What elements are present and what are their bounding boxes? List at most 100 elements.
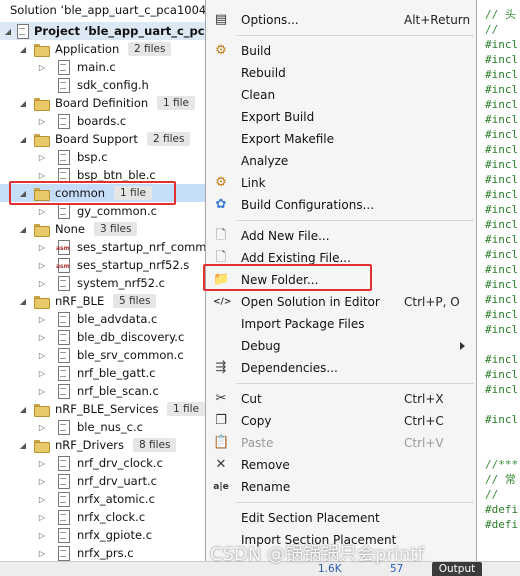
tree-folder-row[interactable]: ◢ nRF_BLE 5 files: [0, 292, 220, 310]
tree-file-label: boards.c: [77, 114, 127, 128]
collapse-arrow-icon[interactable]: ◢: [18, 40, 28, 58]
tree-file-label: bsp.c: [77, 150, 108, 164]
tree-file-row[interactable]: ▷ main.c: [0, 58, 220, 76]
collapse-arrow-icon[interactable]: ◢: [18, 220, 28, 238]
tree-file-row[interactable]: ▷ gy_common.c: [0, 202, 220, 220]
expand-arrow-icon[interactable]: ▷: [37, 544, 47, 562]
tree-file-row[interactable]: ▷ nrf_ble_scan.c: [0, 382, 220, 400]
expand-arrow-icon[interactable]: ▷: [37, 490, 47, 508]
menu-item-import-package-files[interactable]: Import Package Files: [206, 313, 476, 335]
tree-folder-row[interactable]: ◢ Board Support 2 files: [0, 130, 220, 148]
menu-item-build[interactable]: ⚙ Build: [206, 40, 476, 62]
menu-item-dependencies[interactable]: ⇶ Dependencies...: [206, 357, 476, 379]
project-row[interactable]: ◢ Project ‘ble_app_uart_c_pca100: [0, 22, 220, 40]
tree-file-row[interactable]: ▷ ble_db_discovery.c: [0, 328, 220, 346]
tree-file-row[interactable]: ▷ nrf_ble_gatt.c: [0, 364, 220, 382]
expand-arrow-icon[interactable]: ▷: [37, 418, 47, 436]
tree-file-row[interactable]: ▷ ble_srv_common.c: [0, 346, 220, 364]
tree-file-label: sdk_config.h: [77, 78, 149, 92]
expand-arrow-icon[interactable]: ▷: [37, 454, 47, 472]
menu-item-open-solution-in-editor[interactable]: </> Open Solution in Editor Ctrl+P, O: [206, 291, 476, 313]
expand-arrow-icon[interactable]: ▷: [37, 274, 47, 292]
collapse-arrow-icon[interactable]: ◢: [18, 130, 28, 148]
menu-item-rename[interactable]: a|e Rename: [206, 476, 476, 498]
code-line: //***: [485, 458, 519, 471]
code-editor[interactable]: // 头 // #incl #incl #incl #incl #incl #incl #inc…: [476, 0, 520, 576]
tree-file-row[interactable]: ▷ ble_nus_c.c: [0, 418, 220, 436]
menu-item-copy[interactable]: ❐ Copy Ctrl+C: [206, 410, 476, 432]
menu-item-cut[interactable]: ✂ Cut Ctrl+X: [206, 388, 476, 410]
menu-item-add-existing-file[interactable]: 🗋 Add Existing File...: [206, 247, 476, 269]
menu-item-clean[interactable]: Clean: [206, 84, 476, 106]
solution-label: Solution ‘ble_app_uart_c_pca10040_s1: [10, 3, 220, 17]
expand-arrow-icon[interactable]: ▷: [37, 238, 47, 256]
c-file-icon: [55, 456, 71, 471]
tree-file-row[interactable]: ▷ nrfx_prs.c: [0, 544, 220, 562]
tree-folder-row[interactable]: ◢ None 3 files: [0, 220, 220, 238]
expand-arrow-icon[interactable]: ▷: [37, 328, 47, 346]
solution-row[interactable]: Solution ‘ble_app_uart_c_pca10040_s1: [0, 1, 220, 19]
menu-item-link[interactable]: ⚙ Link: [206, 172, 476, 194]
menu-item-rebuild[interactable]: Rebuild: [206, 62, 476, 84]
tree-file-row[interactable]: ▷ bsp.c: [0, 148, 220, 166]
folder-icon: [33, 96, 50, 111]
add-new-file-icon: 🗋: [215, 228, 227, 243]
tree-folder-row[interactable]: ◢ Application 2 files: [0, 40, 220, 58]
output-tab[interactable]: Output: [432, 562, 482, 576]
collapse-arrow-icon[interactable]: ◢: [3, 22, 13, 40]
tree-file-row[interactable]: ▷ boards.c: [0, 112, 220, 130]
menu-item-export-makefile[interactable]: Export Makefile: [206, 128, 476, 150]
tree-file-row[interactable]: ▷ ses_startup_nrf52.s: [0, 256, 220, 274]
tree-file-row[interactable]: ▷ ses_startup_nrf_common: [0, 238, 220, 256]
tree-file-label: ses_startup_nrf_common: [77, 240, 220, 254]
menu-item-label: Export Makefile: [241, 132, 334, 146]
menu-item-debug[interactable]: Debug: [206, 335, 476, 357]
tree-file-label: ble_db_discovery.c: [77, 330, 185, 344]
tree-file-row[interactable]: ▷ bsp_btn_ble.c: [0, 166, 220, 184]
tree-file-row[interactable]: ▷ nrfx_clock.c: [0, 508, 220, 526]
expand-arrow-icon[interactable]: ▷: [37, 148, 47, 166]
tree-file-row[interactable]: ▷ nrfx_atomic.c: [0, 490, 220, 508]
expand-arrow-icon[interactable]: ▷: [37, 310, 47, 328]
tree-folder-row[interactable]: ◢ nRF_BLE_Services 1 file: [0, 400, 220, 418]
collapse-arrow-icon[interactable]: ◢: [18, 94, 28, 112]
tree-file-row[interactable]: ▷ nrf_drv_uart.c: [0, 472, 220, 490]
menu-item-build-configurations[interactable]: ✿ Build Configurations...: [206, 194, 476, 216]
tree-file-row[interactable]: ▷ nrf_drv_clock.c: [0, 454, 220, 472]
tree-folder-row[interactable]: ◢ Board Definition 1 file: [0, 94, 220, 112]
collapse-arrow-icon[interactable]: ◢: [18, 400, 28, 418]
code-line: #incl: [485, 383, 519, 396]
menu-item-remove[interactable]: ✕ Remove: [206, 454, 476, 476]
expand-arrow-icon[interactable]: ▷: [37, 166, 47, 184]
tree-file-row[interactable]: ▷ ble_advdata.c: [0, 310, 220, 328]
tree-file-label: nrf_drv_uart.c: [77, 474, 157, 488]
collapse-arrow-icon[interactable]: ◢: [18, 436, 28, 454]
menu-item-label: Copy: [241, 414, 272, 428]
tree-file-row[interactable]: sdk_config.h: [0, 76, 220, 94]
menu-item-options[interactable]: ▤ Options... Alt+Return: [206, 9, 476, 31]
expand-arrow-icon[interactable]: ▷: [37, 58, 47, 76]
expand-arrow-icon[interactable]: ▷: [37, 526, 47, 544]
expand-arrow-icon[interactable]: ▷: [37, 508, 47, 526]
expand-arrow-icon[interactable]: ▷: [37, 472, 47, 490]
code-icon: </>: [213, 297, 232, 307]
menu-item-analyze[interactable]: Analyze: [206, 150, 476, 172]
tree-folder-row[interactable]: ◢ common 1 file: [0, 184, 220, 202]
collapse-arrow-icon[interactable]: ◢: [18, 292, 28, 310]
collapse-arrow-icon[interactable]: ◢: [18, 184, 28, 202]
expand-arrow-icon[interactable]: ▷: [37, 256, 47, 274]
link-icon: ⚙: [215, 175, 227, 190]
expand-arrow-icon[interactable]: ▷: [37, 112, 47, 130]
expand-arrow-icon[interactable]: ▷: [37, 364, 47, 382]
tree-file-row[interactable]: ▷ system_nrf52.c: [0, 274, 220, 292]
expand-arrow-icon[interactable]: ▷: [37, 346, 47, 364]
tree-folder-label: Application: [55, 42, 120, 56]
expand-arrow-icon[interactable]: ▷: [37, 382, 47, 400]
expand-arrow-icon[interactable]: ▷: [37, 202, 47, 220]
menu-item-new-folder[interactable]: 📁 New Folder...: [206, 269, 476, 291]
menu-item-export-build[interactable]: Export Build: [206, 106, 476, 128]
menu-item-add-new-file[interactable]: 🗋 Add New File...: [206, 225, 476, 247]
menu-item-edit-section-placement[interactable]: Edit Section Placement: [206, 507, 476, 529]
tree-file-row[interactable]: ▷ nrfx_gpiote.c: [0, 526, 220, 544]
tree-folder-row[interactable]: ◢ nRF_Drivers 8 files: [0, 436, 220, 454]
